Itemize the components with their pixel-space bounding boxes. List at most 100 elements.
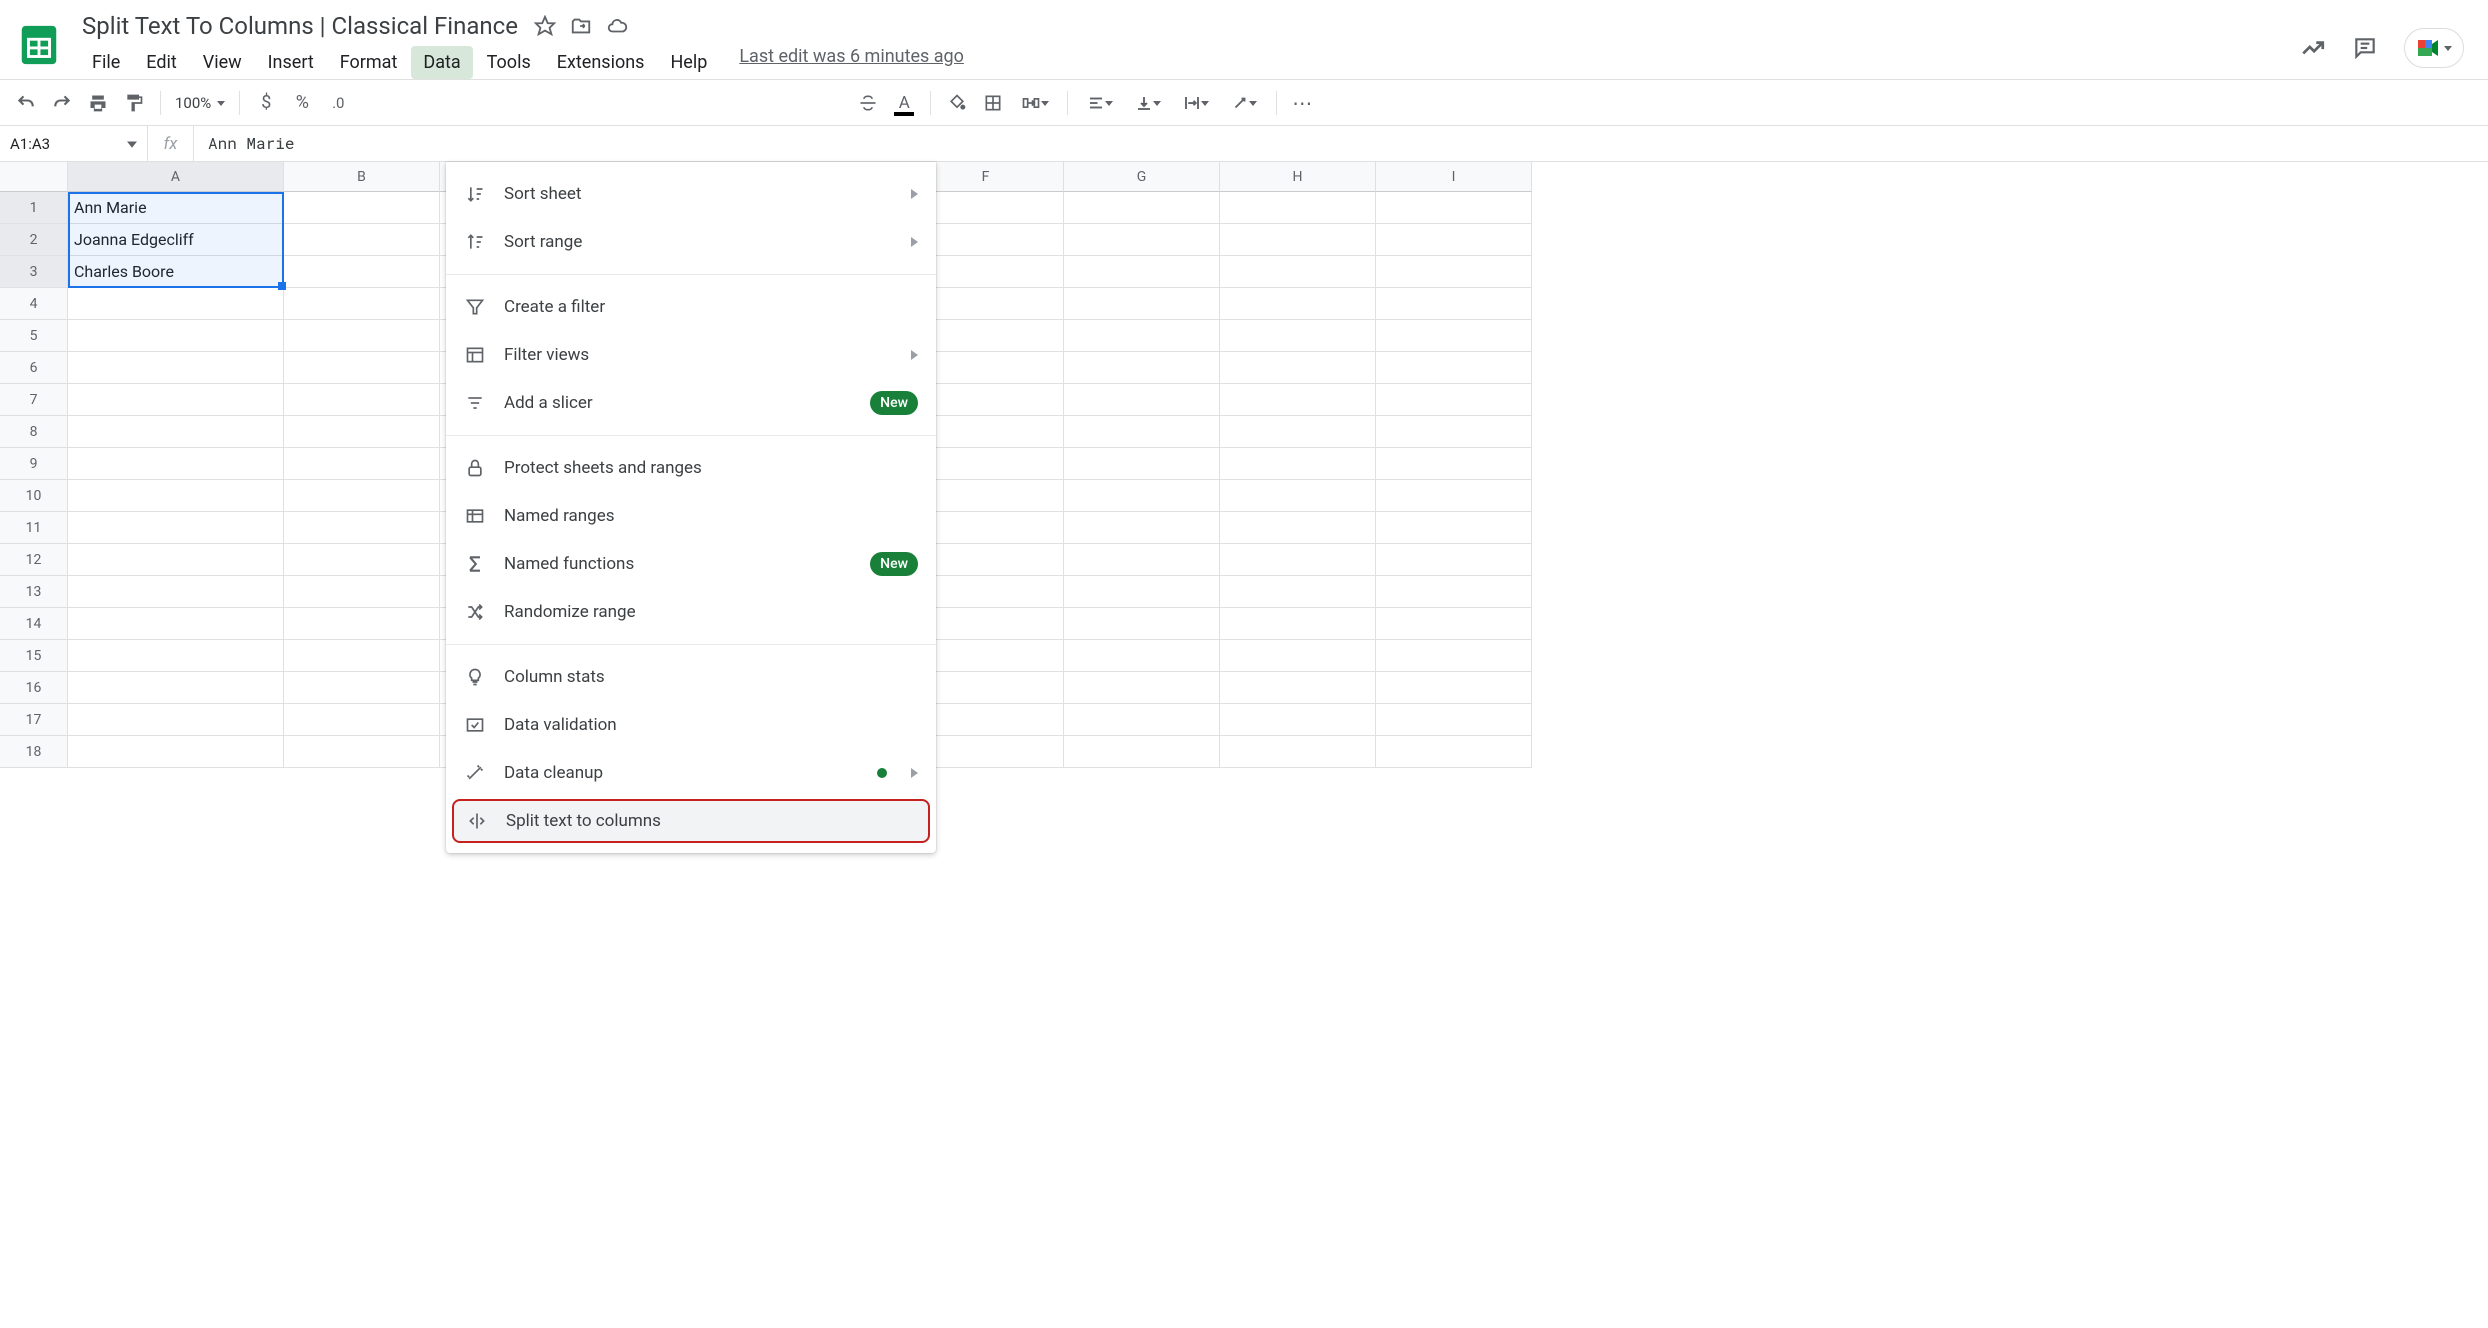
select-all-corner[interactable] xyxy=(0,162,68,192)
cell[interactable] xyxy=(284,512,440,544)
more-button[interactable]: ⋯ xyxy=(1287,88,1319,118)
cell[interactable] xyxy=(68,672,284,704)
cell[interactable] xyxy=(1220,416,1376,448)
cell[interactable] xyxy=(284,736,440,768)
cell[interactable] xyxy=(1376,480,1532,512)
cell[interactable] xyxy=(1376,640,1532,672)
menu-edit[interactable]: Edit xyxy=(134,46,188,79)
text-color-button[interactable]: A xyxy=(888,88,920,118)
cell[interactable] xyxy=(1064,640,1220,672)
cells-area[interactable]: Ann MarieJoanna EdgecliffCharles Boore xyxy=(68,192,2488,768)
cell[interactable] xyxy=(1064,608,1220,640)
trend-icon[interactable] xyxy=(2300,35,2326,61)
cell[interactable] xyxy=(284,352,440,384)
cell[interactable] xyxy=(284,384,440,416)
cell[interactable] xyxy=(1064,192,1220,224)
cell[interactable] xyxy=(1376,736,1532,768)
cell[interactable] xyxy=(1220,672,1376,704)
cell[interactable] xyxy=(284,192,440,224)
cell[interactable] xyxy=(284,416,440,448)
cell[interactable] xyxy=(284,608,440,640)
row-header[interactable]: 1 xyxy=(0,192,68,224)
row-header[interactable]: 13 xyxy=(0,576,68,608)
cell[interactable] xyxy=(68,736,284,768)
menu-item-named-functions[interactable]: Named functionsNew xyxy=(446,540,936,588)
cell[interactable] xyxy=(1064,512,1220,544)
paint-format-button[interactable] xyxy=(118,88,150,118)
cell[interactable] xyxy=(68,608,284,640)
menu-item-data-cleanup[interactable]: Data cleanup xyxy=(446,749,936,797)
cell[interactable] xyxy=(1220,288,1376,320)
cell[interactable] xyxy=(1064,256,1220,288)
cell[interactable] xyxy=(1220,320,1376,352)
row-header[interactable]: 8 xyxy=(0,416,68,448)
cell[interactable]: Joanna Edgecliff xyxy=(68,224,284,256)
menu-file[interactable]: File xyxy=(80,46,132,79)
menu-item-split-text-to-columns[interactable]: Split text to columns xyxy=(452,799,930,843)
menu-item-create-a-filter[interactable]: Create a filter xyxy=(446,283,936,331)
menu-data[interactable]: Data xyxy=(411,46,472,79)
cell[interactable] xyxy=(1064,544,1220,576)
borders-button[interactable] xyxy=(977,88,1009,118)
redo-button[interactable] xyxy=(46,88,78,118)
cell[interactable] xyxy=(284,448,440,480)
row-header[interactable]: 14 xyxy=(0,608,68,640)
cell[interactable] xyxy=(284,288,440,320)
cell[interactable] xyxy=(1376,608,1532,640)
cell[interactable] xyxy=(68,576,284,608)
meet-button[interactable] xyxy=(2404,28,2464,68)
cell[interactable] xyxy=(1376,672,1532,704)
cell[interactable] xyxy=(1064,416,1220,448)
strikethrough-button[interactable] xyxy=(852,88,884,118)
decimal-button[interactable]: .0 xyxy=(322,88,354,118)
row-header[interactable]: 12 xyxy=(0,544,68,576)
cell[interactable] xyxy=(1376,288,1532,320)
rotate-button[interactable] xyxy=(1222,88,1266,118)
h-align-button[interactable] xyxy=(1078,88,1122,118)
wrap-button[interactable] xyxy=(1174,88,1218,118)
row-header[interactable]: 17 xyxy=(0,704,68,736)
cell[interactable] xyxy=(1220,736,1376,768)
row-header[interactable]: 10 xyxy=(0,480,68,512)
cell[interactable] xyxy=(1064,704,1220,736)
menu-item-sort-range[interactable]: Sort range xyxy=(446,218,936,266)
cell[interactable] xyxy=(1376,544,1532,576)
cell[interactable] xyxy=(1220,192,1376,224)
menu-item-protect-sheets-and-ranges[interactable]: Protect sheets and ranges xyxy=(446,444,936,492)
cell[interactable] xyxy=(1376,512,1532,544)
zoom-select[interactable]: 100% xyxy=(171,94,229,112)
cell[interactable] xyxy=(1220,352,1376,384)
cell[interactable] xyxy=(1064,224,1220,256)
cell[interactable] xyxy=(1376,192,1532,224)
cell[interactable] xyxy=(284,256,440,288)
cell[interactable] xyxy=(68,416,284,448)
merge-button[interactable] xyxy=(1013,88,1057,118)
menu-item-randomize-range[interactable]: Randomize range xyxy=(446,588,936,636)
cell[interactable] xyxy=(284,640,440,672)
sheets-logo-icon[interactable] xyxy=(16,22,62,68)
cell[interactable] xyxy=(1220,704,1376,736)
cell[interactable] xyxy=(1376,416,1532,448)
cell[interactable] xyxy=(1064,480,1220,512)
cell[interactable] xyxy=(1064,576,1220,608)
menu-item-named-ranges[interactable]: Named ranges xyxy=(446,492,936,540)
cell[interactable]: Charles Boore xyxy=(68,256,284,288)
cell[interactable] xyxy=(1376,576,1532,608)
cell[interactable] xyxy=(68,352,284,384)
row-header[interactable]: 16 xyxy=(0,672,68,704)
menu-item-sort-sheet[interactable]: Sort sheet xyxy=(446,170,936,218)
col-header[interactable]: H xyxy=(1220,162,1376,192)
cell[interactable] xyxy=(68,640,284,672)
cell[interactable] xyxy=(1376,320,1532,352)
doc-title[interactable]: Split Text To Columns | Classical Financ… xyxy=(80,8,520,44)
cell[interactable] xyxy=(1064,672,1220,704)
row-header[interactable]: 5 xyxy=(0,320,68,352)
cell[interactable] xyxy=(1220,576,1376,608)
cell[interactable] xyxy=(68,448,284,480)
menu-view[interactable]: View xyxy=(191,46,254,79)
cell[interactable] xyxy=(1220,640,1376,672)
cell[interactable] xyxy=(68,384,284,416)
col-header[interactable]: A xyxy=(68,162,284,192)
print-button[interactable] xyxy=(82,88,114,118)
cell[interactable] xyxy=(1064,352,1220,384)
